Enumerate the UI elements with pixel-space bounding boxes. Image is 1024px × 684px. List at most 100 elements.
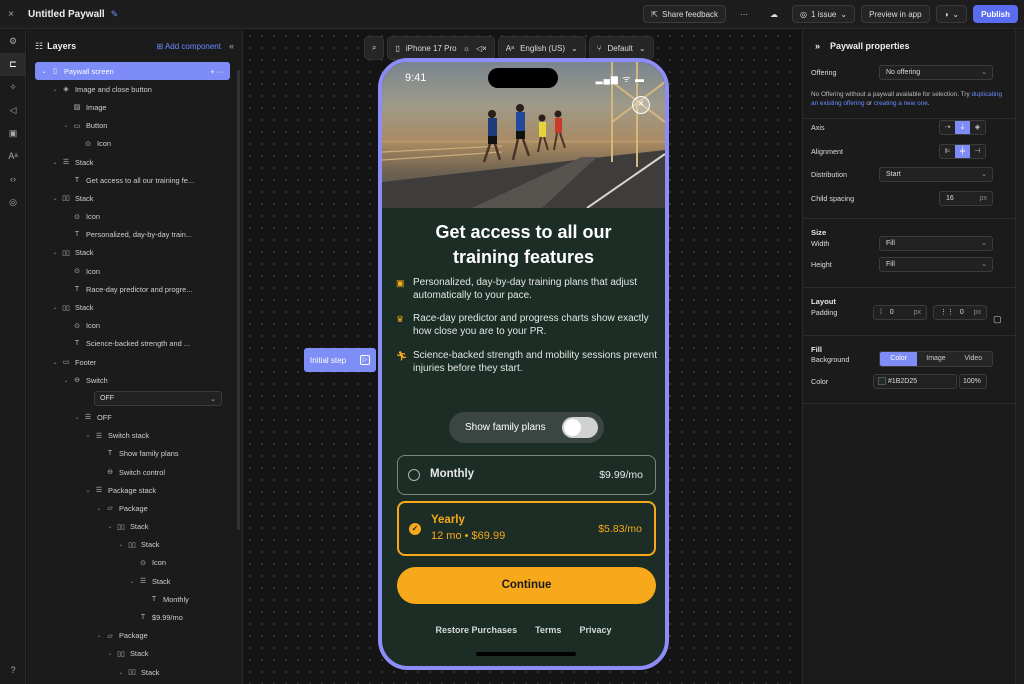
chevron-down-icon[interactable]: ⌄ — [116, 541, 126, 548]
paywall-title[interactable]: Untitled Paywall — [28, 9, 105, 20]
distribution-select[interactable]: Start ⌄ — [879, 166, 993, 182]
chevron-down-icon[interactable]: ⌄ — [50, 86, 60, 93]
audio-icon[interactable]: ◁ — [0, 99, 26, 122]
package-monthly[interactable]: Monthly $9.99/mo — [397, 455, 656, 495]
layer-row[interactable]: T Science-backed strength and ... — [27, 335, 242, 353]
mute-icon[interactable]: ◁× — [476, 44, 487, 53]
layer-row[interactable]: ⌄ ▯▯ Stack — [27, 244, 242, 262]
assets-icon[interactable]: ▣ — [0, 122, 26, 145]
layer-row[interactable]: ⌄ ▯▯ Stack — [27, 518, 242, 536]
add-component-button[interactable]: ⊞ Add component — [156, 42, 221, 51]
offering-select[interactable]: No offering ⌄ — [879, 64, 993, 80]
color-input[interactable]: #1B2D25 — [873, 373, 957, 389]
phone-preview[interactable]: 9:41 ▂▄▆ ᯤ ▬ × Get access to all our tra… — [378, 58, 669, 670]
theme-selector[interactable]: ⑂ Default ⌄ — [588, 36, 654, 60]
layer-row[interactable]: T Get access to all our training fe... — [27, 171, 242, 189]
code-icon[interactable]: ‹› — [0, 168, 26, 191]
close-icon[interactable]: × — [632, 96, 650, 114]
padding-horizontal-input[interactable]: ⋮⋮ 0 px — [933, 304, 987, 320]
design-canvas[interactable]: ⌕ ▯ iPhone 17 Pro ☼ ◁× Aᵃ English (US) ⌄ ⑂ Def… — [244, 30, 801, 684]
theme-toggle-button[interactable]: ◑ ⌄ — [935, 5, 968, 23]
components-icon[interactable]: ✧ — [0, 76, 26, 99]
continue-button[interactable]: Continue — [397, 567, 656, 604]
device-selector[interactable]: ▯ iPhone 17 Pro ☼ ◁× — [387, 36, 495, 60]
chevron-down-icon[interactable]: ⌄ — [127, 578, 137, 585]
chevron-down-icon[interactable]: ⌄ — [50, 195, 60, 202]
chevron-down-icon[interactable]: ⌄ — [105, 523, 115, 530]
create-offering-link[interactable]: creating a new one — [874, 100, 928, 107]
layer-row[interactable]: ⊙ Icon — [27, 317, 242, 335]
layers-icon[interactable]: ⊏ — [0, 53, 26, 76]
family-plans-toggle[interactable]: Show family plans — [449, 412, 604, 443]
layer-row[interactable]: T Show family plans — [27, 445, 242, 463]
layer-row[interactable]: ⊙ Icon — [27, 262, 242, 280]
layer-row[interactable]: ⌄ ☰ Package stack — [27, 481, 242, 499]
layer-row[interactable]: T Personalized, day-by-day train... — [27, 226, 242, 244]
width-select[interactable]: Fill ⌄ — [879, 235, 993, 251]
vertical-axis-icon[interactable]: ⇣ — [955, 120, 970, 134]
chevron-down-icon[interactable]: ⌄ — [116, 669, 126, 676]
localization-icon[interactable]: Aᵃ — [0, 145, 26, 168]
layer-row[interactable]: T Monthly — [27, 590, 242, 608]
chevron-down-icon[interactable]: ⌄ — [50, 359, 60, 366]
chevron-down-icon[interactable]: ⌄ — [72, 414, 82, 421]
layer-row[interactable]: ⌄ ▯▯ Stack — [27, 298, 242, 316]
restore-purchases-link[interactable]: Restore Purchases — [436, 625, 518, 635]
chevron-down-icon[interactable]: ⌄ — [61, 377, 71, 384]
child-spacing-input[interactable]: 16 px — [939, 190, 993, 206]
background-type-tabs[interactable]: Color Image Video — [879, 351, 993, 367]
tab-video[interactable]: Video — [955, 352, 992, 366]
axis-selector[interactable]: ⇢ ⇣ ◈ — [939, 119, 986, 135]
align-start-icon[interactable]: ⊫ — [940, 145, 955, 158]
expand-panel-icon[interactable]: » — [815, 41, 820, 51]
preview-button[interactable]: Preview in app — [861, 5, 930, 23]
switch-control[interactable] — [562, 417, 598, 438]
layer-row[interactable]: ⌄ ▯▯ Stack — [27, 536, 242, 554]
tab-image[interactable]: Image — [917, 352, 954, 366]
alignment-selector[interactable]: ⊫ ╪ ⊣ — [939, 143, 986, 159]
layer-row[interactable]: ⌄ ▭ Footer — [27, 353, 242, 371]
layer-row[interactable]: ⊖ Switch control — [27, 463, 242, 481]
layer-row[interactable]: ▨ Image — [27, 98, 242, 116]
cloud-icon[interactable]: ☁ — [762, 5, 786, 23]
layer-row[interactable]: T $9.99/mo — [27, 608, 242, 626]
chevron-down-icon[interactable]: ⌄ — [50, 249, 60, 256]
chevron-down-icon[interactable]: ⌄ — [83, 432, 93, 439]
layers-scrollbar[interactable] — [237, 70, 240, 530]
layer-row[interactable]: ⌄ ▯ Paywall screen + ··· — [35, 62, 230, 81]
layer-row[interactable]: ⌄ ▯▯ Stack — [27, 645, 242, 663]
terms-link[interactable]: Terms — [535, 625, 561, 635]
share-feedback-button[interactable]: ⇱ Share feedback — [643, 5, 727, 23]
layer-row[interactable]: ⊙ Icon — [27, 208, 242, 226]
chevron-down-icon[interactable]: ⌄ — [105, 650, 115, 657]
layer-row[interactable]: ⌄ ▱ Package — [27, 627, 242, 645]
settings-icon[interactable]: ⚙ — [0, 30, 26, 53]
layer-row[interactable]: ⌄ ▯▯ Stack — [27, 189, 242, 207]
layer-row[interactable]: ⌄ ☰ OFF — [27, 408, 242, 426]
layer-actions-icon[interactable]: + ··· — [210, 67, 230, 76]
chevron-down-icon[interactable]: ⌄ — [50, 159, 60, 166]
layer-row[interactable]: T Race-day predictor and progre... — [27, 280, 242, 298]
privacy-link[interactable]: Privacy — [579, 625, 611, 635]
align-center-icon[interactable]: ╪ — [955, 144, 970, 158]
layer-row[interactable]: ⌄ ☰ Switch stack — [27, 427, 242, 445]
chevron-down-icon[interactable]: ⌄ — [94, 632, 104, 639]
chevron-down-icon[interactable]: ⌄ — [61, 122, 71, 129]
collapse-panel-icon[interactable]: « — [229, 41, 234, 51]
brightness-icon[interactable]: ☼ — [463, 44, 470, 53]
layer-row[interactable]: ⌄ ▭ Button — [27, 117, 242, 135]
padding-link-icon[interactable]: ▢ — [993, 314, 1002, 325]
layer-row[interactable]: ⌄ ⊖ Switch — [27, 371, 242, 389]
chevron-down-icon[interactable]: ⌄ — [50, 304, 60, 311]
switch-state-dropdown[interactable]: OFF ⌄ — [94, 391, 222, 407]
layered-axis-icon[interactable]: ◈ — [970, 121, 985, 134]
language-selector[interactable]: Aᵃ English (US) ⌄ — [497, 36, 586, 60]
target-icon[interactable]: ◎ — [0, 191, 26, 214]
layer-row[interactable]: ⊙ Icon — [27, 135, 242, 153]
layer-row[interactable]: ⌄ ▱ Package — [27, 499, 242, 517]
issues-button[interactable]: ◎ 1 issue ⌄ — [792, 5, 856, 23]
chevron-down-icon[interactable]: ⌄ — [83, 487, 93, 494]
align-end-icon[interactable]: ⊣ — [970, 145, 985, 158]
help-icon[interactable]: ? — [0, 659, 26, 682]
color-swatch[interactable] — [878, 376, 886, 385]
